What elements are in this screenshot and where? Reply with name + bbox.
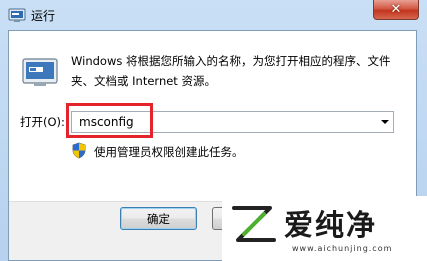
run-program-icon bbox=[22, 58, 58, 86]
uac-shield-icon bbox=[72, 142, 86, 159]
close-button[interactable]: ✕ bbox=[373, 0, 419, 20]
highlight-annotation bbox=[66, 103, 153, 138]
run-description: Windows 将根据您所输入的名称，为您打开相应的程序、文件夹、文档或 Int… bbox=[71, 54, 391, 88]
brand-url: www.aichunjing.com bbox=[292, 244, 393, 253]
close-icon: ✕ bbox=[390, 2, 402, 17]
window-title: 运行 bbox=[31, 9, 56, 23]
brand-name: 爱纯净 bbox=[284, 208, 378, 242]
watermark: 爱纯净 www.aichunjing.com bbox=[222, 196, 427, 261]
dropdown-arrow-icon[interactable] bbox=[381, 120, 389, 124]
ok-button[interactable]: 确定 bbox=[120, 207, 197, 230]
brand-logo-icon bbox=[232, 206, 276, 242]
title-bar[interactable]: 运行 ✕ bbox=[0, 0, 427, 30]
run-app-icon bbox=[8, 8, 26, 22]
admin-rights-note: 使用管理员权限创建此任务。 bbox=[94, 145, 244, 159]
open-label: 打开(O): bbox=[20, 115, 65, 129]
